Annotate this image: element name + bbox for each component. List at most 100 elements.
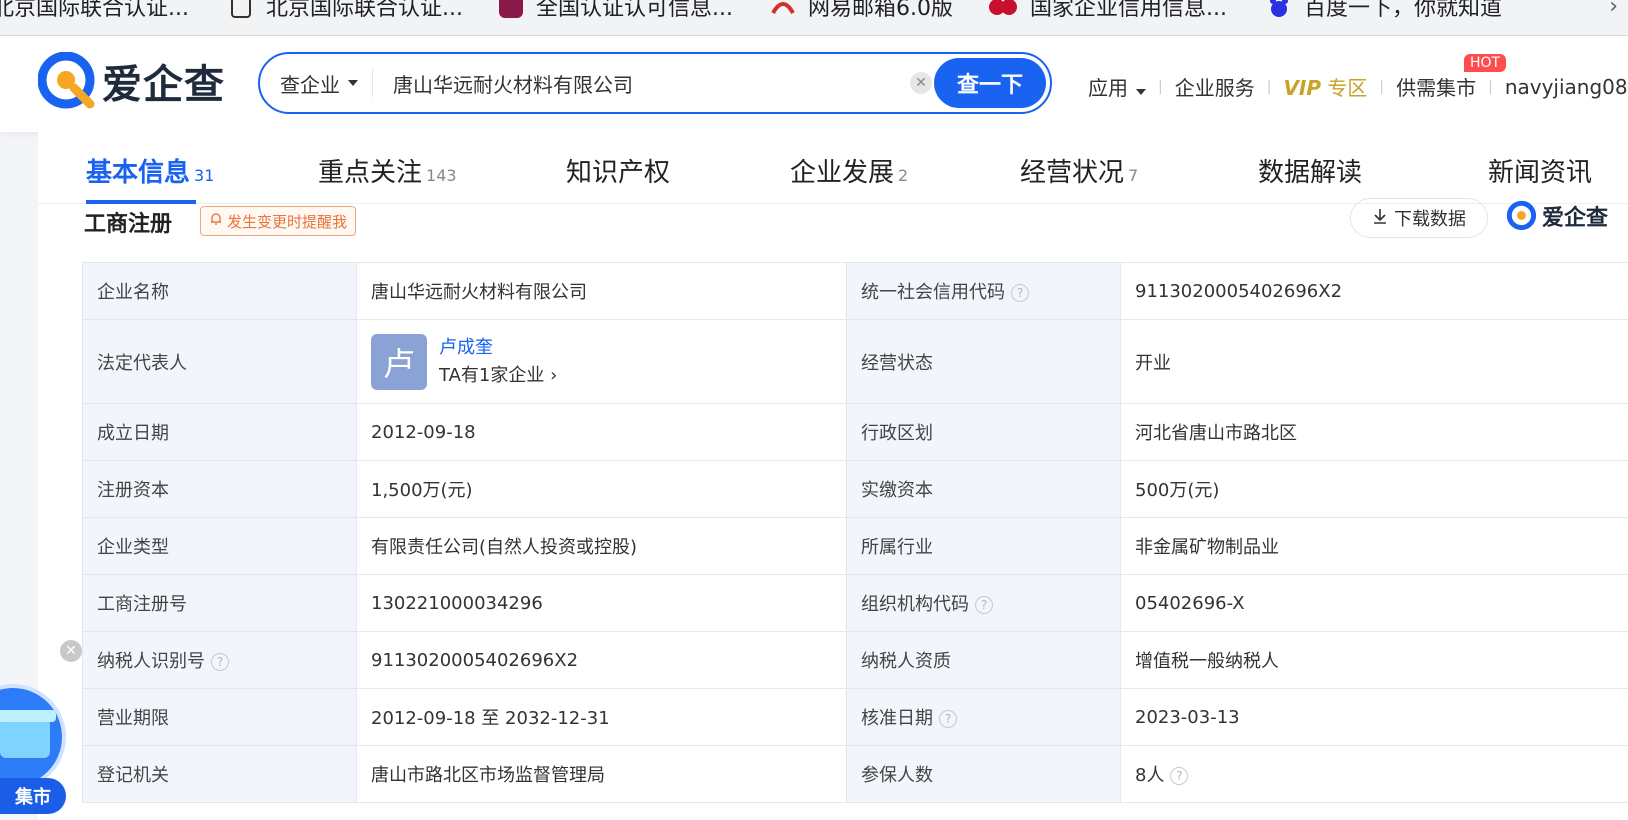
credit-code: 9113020005402696X2 (1120, 262, 1628, 320)
table-row: 成立日期 2012-09-18 行政区划 河北省唐山市路北区 (82, 403, 1628, 461)
field-label-text: 组织机构代码 (861, 594, 969, 615)
search-type-select[interactable]: 查企业 (260, 69, 373, 97)
field-label: 登记机关 (82, 745, 357, 803)
main-content: 基本信息 31 重点关注 143 知识产权 企业发展 2 经营状况 7 数据解读 新闻资… (38, 132, 1628, 820)
field-value: 2012-09-18 至 2032-12-31 (356, 688, 847, 746)
market-float-label[interactable]: 集市 (0, 778, 66, 814)
logo[interactable]: 爱企查 (37, 51, 225, 110)
field-label: 企业名称 (82, 262, 357, 320)
field-value: 9113020005402696X2 (356, 631, 847, 689)
field-value: 05402696-X (1120, 574, 1628, 632)
field-value: 2023-03-13 (1120, 688, 1628, 746)
caret-down-icon (348, 80, 358, 86)
baidu-icon (1266, 0, 1292, 19)
download-label: 下载数据 (1394, 209, 1466, 230)
page-icon (228, 0, 254, 19)
nav-services[interactable]: 企业服务 (1175, 72, 1255, 101)
field-label: 纳税人资质 (846, 631, 1121, 689)
field-value: 2012-09-18 (356, 403, 847, 461)
brand-watermark-label: 爱企查 (1542, 206, 1609, 231)
tab-label: 知识产权 (566, 158, 671, 188)
legal-rep-name[interactable]: 卢成奎 (439, 334, 557, 362)
bookmark-label: 全国认证认可信息... (536, 0, 733, 21)
help-icon[interactable]: ? (939, 710, 957, 728)
bookmark-item[interactable]: 网易邮箱6.0版 (770, 0, 953, 26)
nav-divider: | (1379, 78, 1385, 95)
field-label-text: 统一社会信用代码 (861, 282, 1005, 303)
remind-button[interactable]: 发生变更时提醒我 (200, 206, 357, 236)
bookmark-label: 北京国际联合认证... (0, 0, 189, 21)
nav-divider: | (1488, 78, 1493, 95)
field-value-text: 8人 (1135, 765, 1165, 786)
nav-apps[interactable]: 应用 (1088, 72, 1146, 101)
bookmarks-bar: 北京国际联合认证... 北京国际联合认证... 全国认证认可信息... 网易邮箱… (0, 0, 1628, 36)
user-name[interactable]: navyjiang08 (1505, 75, 1628, 99)
tab-count: 2 (898, 166, 909, 185)
legal-rep-companies-link[interactable]: TA有1家企业 › (439, 362, 557, 390)
tab-ip[interactable]: 知识产权 (566, 152, 670, 189)
help-icon[interactable]: ? (1170, 767, 1189, 785)
field-label-text: 核准日期 (861, 708, 933, 729)
nav-divider: | (1158, 78, 1163, 95)
search-input[interactable] (393, 71, 863, 95)
field-label: 所属行业 (846, 517, 1121, 575)
tab-data-insight[interactable]: 数据解读 (1258, 152, 1362, 189)
bookmark-item[interactable]: 全国认证认可信息... (498, 0, 733, 26)
tab-count: 7 (1128, 166, 1139, 185)
field-label: 参保人数 (846, 745, 1121, 803)
bookmark-item[interactable]: 国家企业信用信息... (988, 0, 1227, 26)
tab-operations[interactable]: 经营状况 7 (1020, 152, 1138, 189)
field-value: 8人? (1120, 745, 1628, 803)
active-tab-indicator (86, 200, 196, 204)
help-icon[interactable]: ? (975, 596, 993, 614)
tab-count: 143 (426, 166, 457, 185)
bookmark-item[interactable]: 北京国际联合认证... (228, 0, 463, 26)
business-status: 开业 (1120, 319, 1628, 404)
field-value: 增值税一般纳税人 (1120, 631, 1628, 689)
hot-badge: HOT (1464, 54, 1507, 72)
field-label: 统一社会信用代码? (846, 262, 1121, 320)
vip-zone-label: 专区 (1327, 76, 1368, 100)
brand-watermark: 爱企查 (1506, 200, 1608, 232)
field-label: 营业期限 (82, 688, 357, 746)
chevron-right-icon: › (550, 364, 558, 386)
avatar[interactable]: 卢 (371, 333, 427, 390)
bookmark-item[interactable]: 北京国际联合认证... (0, 0, 189, 26)
vip-label: VIP (1283, 76, 1322, 100)
field-label: 工商注册号 (82, 574, 357, 632)
tab-basic-info[interactable]: 基本信息 31 (86, 152, 214, 189)
search-button[interactable]: 查一下 (934, 58, 1046, 108)
field-value: 河北省唐山市路北区 (1120, 403, 1628, 461)
logo-icon (1506, 200, 1537, 231)
gov-icon (988, 0, 1018, 19)
top-nav: 应用 | 企业服务 | VIP 专区 | 供需集市 | navyjiang08 (1088, 72, 1628, 101)
clear-icon[interactable]: ✕ (910, 72, 932, 94)
table-row: 企业类型 有限责任公司(自然人投资或控股) 所属行业 非金属矿物制品业 (82, 517, 1628, 575)
bookmark-label: 网易邮箱6.0版 (808, 0, 953, 21)
chevron-right-icon[interactable]: › (1609, 0, 1618, 19)
search-bar: 查企业 ✕ 查一下 (258, 52, 1052, 114)
field-label: 成立日期 (82, 403, 357, 461)
nav-market[interactable]: 供需集市 (1396, 72, 1476, 101)
nav-vip[interactable]: VIP 专区 (1283, 72, 1367, 101)
field-value: 唐山市路北区市场监督管理局 (356, 745, 847, 803)
download-button[interactable]: 下载数据 (1350, 198, 1488, 238)
tab-key-focus[interactable]: 重点关注 143 (318, 152, 457, 189)
tab-label: 新闻资讯 (1488, 158, 1593, 188)
close-icon[interactable]: ✕ (60, 640, 82, 662)
help-icon[interactable]: ? (211, 653, 229, 671)
bookmark-label: 北京国际联合认证... (266, 0, 463, 21)
field-label: 组织机构代码? (846, 574, 1121, 632)
tab-label: 数据解读 (1258, 158, 1363, 188)
site-header: 爱企查 查企业 ✕ 查一下 应用 | 企业服务 | VIP 专区 | 供需集市 … (0, 36, 1628, 132)
help-icon[interactable]: ? (1011, 284, 1029, 302)
tab-bar: 基本信息 31 重点关注 143 知识产权 企业发展 2 经营状况 7 数据解读 新闻资… (38, 132, 1628, 204)
bookmark-item[interactable]: 百度一下，你就知道 (1266, 0, 1502, 26)
registration-table: 企业名称 唐山华远耐火材料有限公司 统一社会信用代码? 911302000540… (82, 262, 1628, 803)
tab-development[interactable]: 企业发展 2 (790, 152, 908, 189)
field-label: 实缴资本 (846, 460, 1121, 518)
field-value: 非金属矿物制品业 (1120, 517, 1628, 575)
tab-news[interactable]: 新闻资讯 (1488, 152, 1592, 189)
field-label: 注册资本 (82, 460, 357, 518)
field-value: 1,500万(元) (356, 460, 847, 518)
